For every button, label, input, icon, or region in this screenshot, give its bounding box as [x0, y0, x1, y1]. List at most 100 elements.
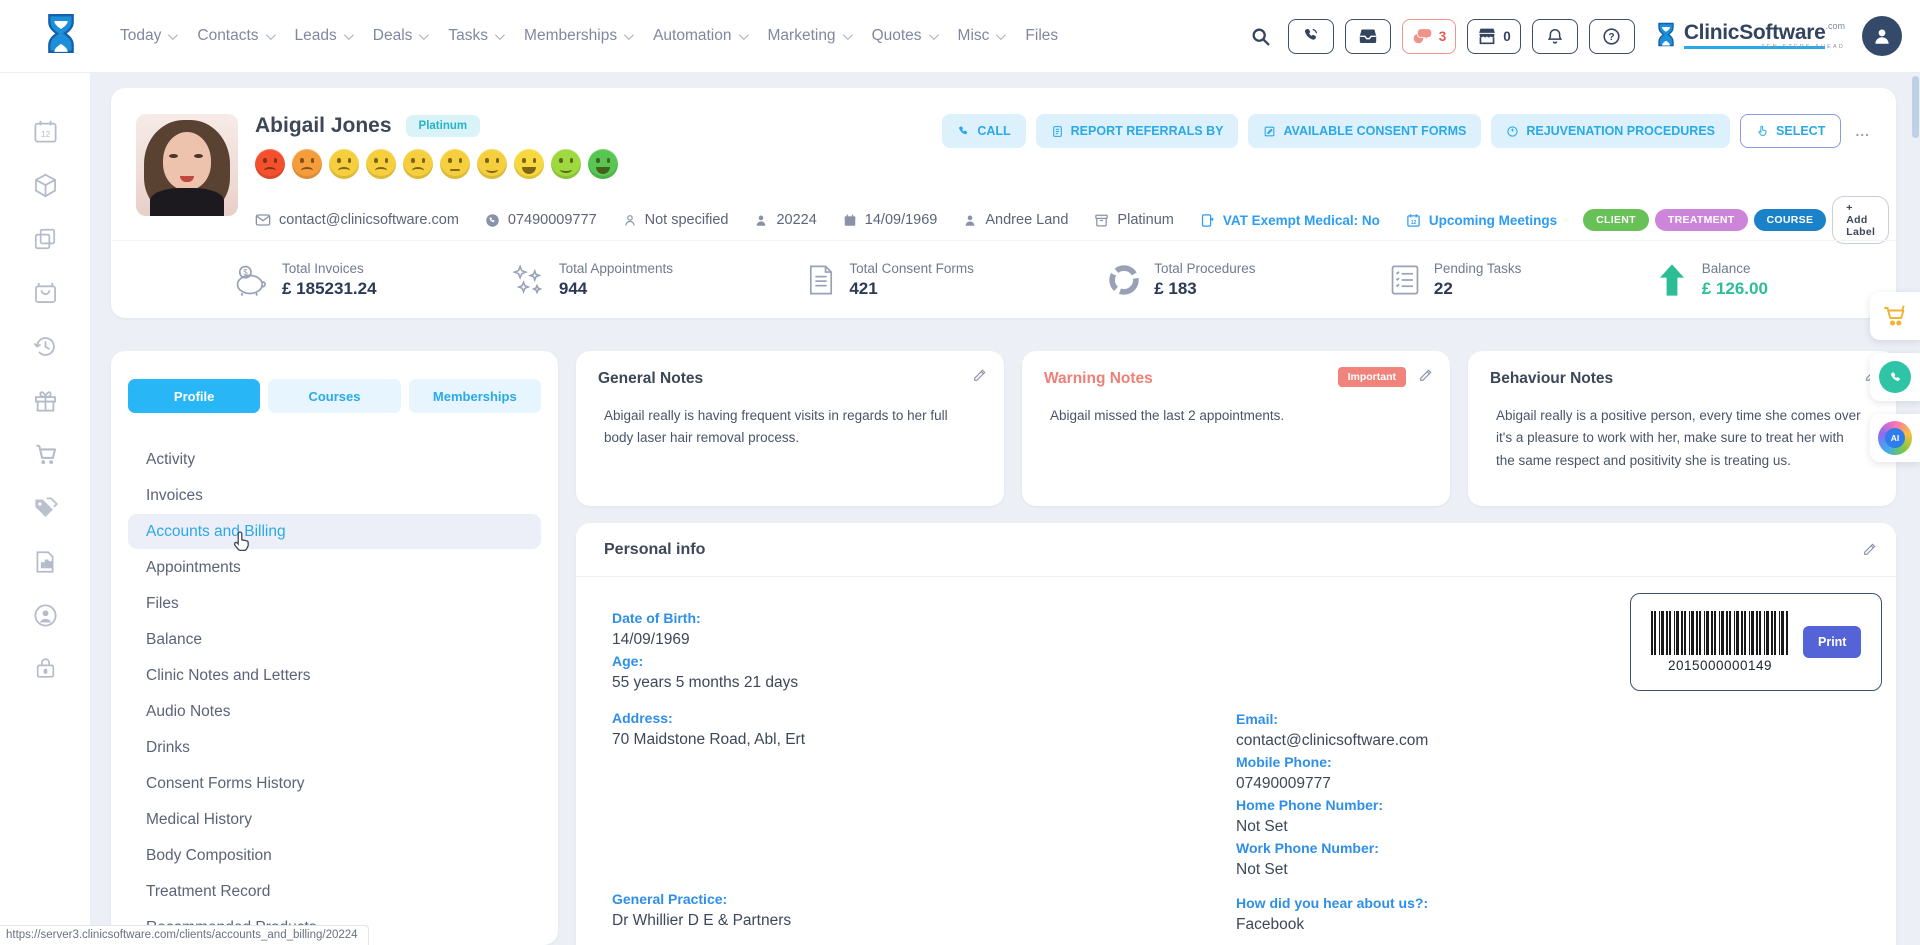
edit-pencil-icon[interactable] [972, 367, 988, 383]
print-button[interactable]: Print [1803, 626, 1861, 658]
history-icon[interactable] [32, 333, 59, 360]
menu-treatment-record[interactable]: Treatment Record [128, 874, 541, 909]
nav-leads[interactable]: Leads [295, 27, 351, 45]
patient-email[interactable]: contact@clinicsoftware.com [255, 212, 459, 228]
mood-4[interactable] [366, 149, 396, 179]
more-actions-button[interactable]: ... [1851, 123, 1874, 139]
menu-activity[interactable]: Activity [128, 442, 541, 477]
lock-icon[interactable] [33, 656, 58, 681]
report-chart-icon[interactable] [32, 549, 58, 575]
edit-pencil-icon[interactable] [1862, 541, 1878, 557]
price-tags-icon[interactable] [32, 495, 59, 522]
rejuvenation-button[interactable]: REJUVENATION PROCEDURES [1491, 114, 1730, 148]
mood-mouth [264, 167, 276, 174]
mood-10[interactable] [588, 149, 618, 179]
messages-button[interactable]: 3 [1402, 19, 1457, 54]
menu-invoices[interactable]: Invoices [128, 478, 541, 513]
chevron-down-icon [996, 30, 1006, 40]
tab-profile[interactable]: Profile [128, 379, 260, 413]
upcoming-meetings-link[interactable]: 12 Upcoming Meetings [1406, 213, 1557, 228]
search-button[interactable] [1250, 26, 1271, 47]
menu-consent-forms-history[interactable]: Consent Forms History [128, 766, 541, 801]
brand-logo[interactable]: ClinicSoftware.com TEN STEPS AHEAD [1654, 21, 1845, 51]
phone-icon [957, 125, 970, 138]
mood-1[interactable] [255, 149, 285, 179]
nav-deals[interactable]: Deals [373, 27, 427, 45]
shopping-bag-icon[interactable] [32, 279, 59, 306]
nav-files[interactable]: Files [1025, 27, 1058, 45]
profile-menu: Activity Invoices Accounts and Billing A… [128, 442, 541, 945]
add-label-button[interactable]: + Add Label [1832, 196, 1889, 244]
shop-button[interactable]: 0 [1467, 19, 1521, 54]
patient-photo[interactable] [136, 114, 238, 216]
select-button[interactable]: SELECT [1740, 114, 1841, 148]
mood-3[interactable] [329, 149, 359, 179]
nav-marketing[interactable]: Marketing [768, 27, 850, 45]
package-icon[interactable] [32, 172, 59, 199]
piggy-bank-icon: $ [233, 263, 269, 297]
report-referrals-button[interactable]: REPORT REFERRALS BY [1036, 114, 1239, 148]
menu-drinks[interactable]: Drinks [128, 730, 541, 765]
menu-accounts-and-billing[interactable]: Accounts and Billing [128, 514, 541, 549]
scrollbar-thumb[interactable] [1912, 76, 1919, 138]
bell-icon [1546, 27, 1564, 46]
dialer-button[interactable] [1288, 19, 1334, 54]
mood-2[interactable] [292, 149, 322, 179]
gift-icon[interactable] [32, 387, 59, 414]
help-button[interactable]: ? [1589, 19, 1635, 54]
work-phone-value: Not Set [1236, 860, 1860, 879]
general-practice-value: Dr Whillier D E & Partners [612, 911, 1236, 930]
vat-exempt-link[interactable]: VAT Exempt Medical: No [1200, 213, 1380, 228]
scrollbar-track [1910, 72, 1920, 945]
consent-forms-button[interactable]: AVAILABLE CONSENT FORMS [1248, 114, 1481, 148]
select-label: SELECT [1776, 124, 1825, 138]
inbox-button[interactable] [1345, 19, 1391, 54]
chat-bubbles-icon [1412, 27, 1433, 45]
stat-label: Total Invoices [282, 261, 377, 276]
account-lock-icon[interactable] [32, 602, 59, 629]
chevron-down-icon [495, 30, 505, 40]
nav-automation[interactable]: Automation [653, 27, 745, 45]
whatsapp-icon [1879, 361, 1911, 393]
mood-7[interactable] [477, 149, 507, 179]
nav-quotes[interactable]: Quotes [872, 27, 936, 45]
mood-9[interactable] [551, 149, 581, 179]
mood-8[interactable] [514, 149, 544, 179]
menu-appointments[interactable]: Appointments [128, 550, 541, 585]
menu-body-composition[interactable]: Body Composition [128, 838, 541, 873]
menu-files[interactable]: Files [128, 586, 541, 621]
chevron-down-icon [266, 30, 276, 40]
user-avatar[interactable] [1862, 16, 1902, 56]
email-text: contact@clinicsoftware.com [279, 212, 459, 228]
cart-icon[interactable] [32, 441, 59, 468]
mood-6[interactable] [440, 149, 470, 179]
mobile-phone-value: 07490009777 [1236, 774, 1860, 793]
tab-memberships[interactable]: Memberships [409, 379, 541, 413]
stat-label: Pending Tasks [1434, 261, 1522, 276]
nav-today[interactable]: Today [120, 27, 175, 45]
call-button[interactable]: CALL [942, 114, 1025, 148]
patient-phone[interactable]: 07490009777 [485, 212, 597, 228]
nav-label: Deals [373, 27, 413, 45]
phone-icon [1302, 27, 1320, 45]
mood-mouth [486, 166, 498, 173]
mood-5[interactable] [403, 149, 433, 179]
copy-icon[interactable] [32, 226, 58, 252]
tab-courses[interactable]: Courses [268, 379, 400, 413]
barcode-box: 2015000000149 Print [1630, 593, 1882, 691]
nav-tasks[interactable]: Tasks [448, 27, 502, 45]
calendar-icon[interactable]: 12 [32, 118, 59, 145]
menu-medical-history[interactable]: Medical History [128, 802, 541, 837]
edit-pencil-icon[interactable] [1418, 367, 1434, 383]
menu-audio-notes[interactable]: Audio Notes [128, 694, 541, 729]
notifications-button[interactable] [1532, 19, 1578, 54]
nav-memberships[interactable]: Memberships [524, 27, 631, 45]
patient-not-specified: Not specified [623, 212, 729, 228]
menu-balance[interactable]: Balance [128, 622, 541, 657]
mood-mouth [338, 167, 350, 174]
nav-contacts[interactable]: Contacts [197, 27, 272, 45]
hear-about-us-value: Facebook [1236, 915, 1860, 934]
app-logo[interactable] [18, 12, 104, 60]
nav-misc[interactable]: Misc [958, 27, 1004, 45]
menu-clinic-notes-and-letters[interactable]: Clinic Notes and Letters [128, 658, 541, 693]
